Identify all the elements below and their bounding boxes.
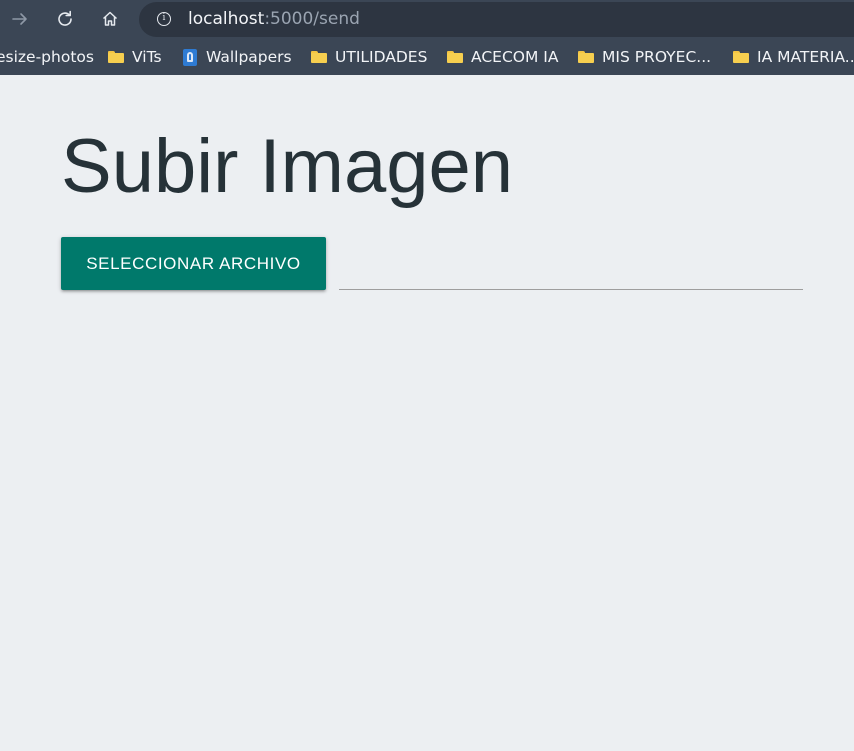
- bookmark-label: esize-photos: [0, 48, 94, 66]
- bookmark-item[interactable]: Wallpapers: [183, 47, 292, 67]
- home-icon[interactable]: [97, 6, 123, 32]
- bookmark-label: Wallpapers: [206, 48, 292, 66]
- navigation-bar: i localhost:5000/send: [0, 0, 854, 38]
- page-title: Subir Imagen: [61, 124, 514, 209]
- bookmark-label: ViTs: [132, 48, 162, 66]
- select-file-button[interactable]: Seleccionar archivo: [61, 237, 326, 290]
- bookmark-folder[interactable]: MIS PROYEC...: [578, 47, 711, 67]
- bookmark-label: MIS PROYEC...: [602, 48, 712, 66]
- bookmark-folder[interactable]: IA MATERIA...: [733, 47, 854, 67]
- file-path-input[interactable]: [339, 258, 803, 290]
- bookmark-folder[interactable]: ACECOM IA: [447, 47, 558, 67]
- bookmarks-bar: esize-photos ViTs Wallpapers UTILIDADES …: [0, 38, 854, 75]
- bookmark-label: IA MATERIA...: [757, 48, 854, 66]
- wallpaper-icon: [183, 48, 197, 66]
- forward-icon[interactable]: [7, 6, 33, 32]
- url-text: localhost:5000/send: [188, 9, 360, 29]
- bookmark-folder[interactable]: UTILIDADES: [311, 47, 427, 67]
- folder-icon: [447, 51, 463, 63]
- bookmark-label: UTILIDADES: [335, 48, 428, 66]
- reload-icon[interactable]: [52, 6, 78, 32]
- folder-icon: [733, 51, 749, 63]
- page-content: Subir Imagen Seleccionar archivo: [0, 75, 854, 751]
- url-path: :5000/send: [264, 9, 360, 29]
- folder-icon: [311, 51, 327, 63]
- bookmark-folder[interactable]: ViTs: [108, 47, 162, 67]
- folder-icon: [108, 51, 124, 63]
- address-bar[interactable]: i localhost:5000/send: [139, 2, 854, 37]
- folder-icon: [578, 51, 594, 63]
- bookmark-item[interactable]: esize-photos: [0, 47, 94, 67]
- browser-chrome: i localhost:5000/send esize-photos ViTs …: [0, 0, 854, 75]
- bookmark-label: ACECOM IA: [471, 48, 559, 66]
- url-host: localhost: [188, 9, 265, 29]
- site-info-icon[interactable]: i: [157, 12, 171, 26]
